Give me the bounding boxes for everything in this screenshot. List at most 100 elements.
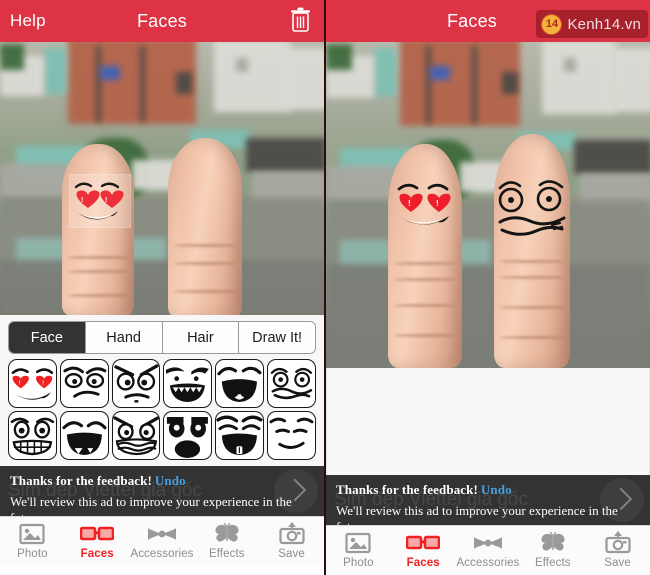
bg-building	[542, 42, 616, 114]
bg-building	[44, 48, 66, 94]
applied-face-heart-eyes[interactable]: ! !	[394, 176, 458, 232]
bg-tarp	[430, 66, 450, 80]
help-button[interactable]: Help	[10, 11, 46, 31]
right-phone-panel: Faces 14 Kenh14.vn ! ! Sim đẹp Viettel g…	[324, 0, 650, 575]
right-top-bar: Faces 14 Kenh14.vn	[326, 0, 650, 42]
finger-crease	[173, 244, 237, 247]
camera-upload-icon	[604, 531, 631, 554]
bg-building	[285, 48, 324, 110]
finger-crease	[500, 306, 564, 309]
finger-crease	[393, 278, 457, 281]
trash-icon[interactable]	[290, 7, 311, 33]
bg-building	[374, 48, 396, 96]
bg-building	[502, 72, 518, 94]
photo-canvas-right[interactable]: ! !	[326, 42, 650, 368]
undo-link[interactable]: Undo	[155, 473, 186, 488]
empty-content-area	[326, 368, 650, 475]
bg-building	[612, 48, 650, 112]
ad-review-line: We'll review this ad to improve your exp…	[336, 503, 618, 525]
ad-review-line: We'll review this ad to improve your exp…	[10, 494, 292, 516]
tab-label-save: Save	[278, 548, 305, 560]
tab-faces[interactable]: Faces	[391, 531, 456, 569]
bg-ground	[0, 260, 324, 315]
bowtie-icon	[146, 522, 178, 545]
finger-crease	[67, 294, 129, 297]
tab-save[interactable]: Save	[259, 522, 324, 560]
bg-building	[564, 58, 576, 72]
sticker-angry-frown-face[interactable]	[111, 359, 161, 408]
ad-feedback-banner-right[interactable]: Sim đẹp Viettel giá gốc Thanks for the f…	[326, 475, 650, 525]
sticker-smug-line-face[interactable]	[267, 411, 316, 460]
bg-foliage	[0, 44, 24, 70]
sticker-skeptical-smirk-face[interactable]	[59, 359, 109, 408]
ad-feedback-banner-left[interactable]: Sim đẹp Viettel giá gốc Thanks for the f…	[0, 466, 324, 516]
segment-hair[interactable]: Hair	[162, 322, 240, 353]
svg-text:!: !	[19, 380, 21, 386]
finger-left[interactable]	[62, 144, 134, 315]
finger-crease	[500, 260, 564, 263]
sticker-heart-eyes-smile-face[interactable]: ! !	[8, 359, 57, 408]
finger-crease	[500, 276, 564, 279]
sticker-grid: ! !	[8, 354, 316, 466]
kenh14-text: Kenh14.vn	[567, 15, 641, 33]
tab-label-photo: Photo	[17, 548, 48, 560]
bg-roof	[574, 140, 650, 174]
bg-building	[214, 42, 290, 112]
svg-text:!: !	[408, 199, 411, 208]
butterfly-icon	[540, 531, 566, 554]
sticker-laughing-open-mouth-face[interactable]	[215, 359, 265, 408]
sticker-happy-open-mouth-face[interactable]	[59, 411, 109, 460]
tab-label-effects: Effects	[208, 548, 245, 560]
undo-link[interactable]: Undo	[481, 482, 512, 497]
ad-thanks-line: Thanks for the feedback! Undo	[10, 473, 314, 489]
finger-crease	[393, 262, 457, 265]
sticker-wavy-mouth-wide-eyes-face[interactable]	[267, 359, 316, 408]
finger-crease	[173, 290, 237, 293]
tab-label-accessories: Accessories	[130, 548, 194, 560]
bg-building	[96, 46, 101, 122]
tab-faces[interactable]: Faces	[65, 522, 130, 560]
tab-save[interactable]: Save	[585, 531, 650, 569]
photo-icon	[19, 522, 45, 545]
tab-photo[interactable]: Photo	[0, 522, 65, 560]
applied-face-heart-eyes[interactable]: ! !	[70, 175, 130, 227]
left-top-bar: Help Faces	[0, 0, 324, 42]
tab-accessories[interactable]: Accessories	[130, 522, 195, 560]
left-phone-panel: Help Faces ! ! Face Hand Hair Draw It! !…	[0, 0, 324, 575]
butterfly-icon	[214, 522, 240, 545]
segment-face[interactable]: Face	[9, 322, 86, 353]
ad-thanks-text: Thanks for the feedback!	[10, 473, 152, 488]
finger-crease	[67, 256, 129, 259]
tab-label-effects: Effects	[534, 557, 571, 569]
tab-accessories[interactable]: Accessories	[456, 531, 521, 569]
finger-crease	[500, 336, 564, 339]
bg-building	[140, 46, 145, 122]
kenh14-badge: 14	[541, 13, 563, 35]
photo-canvas-left[interactable]: ! !	[0, 42, 324, 315]
applied-face-wavy-mouth[interactable]	[492, 170, 572, 250]
sticker-big-grin-teeth-face[interactable]	[8, 411, 57, 460]
bg-building	[472, 46, 477, 124]
sticker-grinning-wide-mouth-face[interactable]	[163, 359, 213, 408]
finger-right[interactable]	[168, 138, 242, 315]
svg-text:!: !	[42, 380, 44, 386]
camera-upload-icon	[278, 522, 305, 545]
bowtie-icon	[472, 531, 504, 554]
svg-text:!: !	[105, 197, 107, 204]
sticker-cheerful-tooth-face[interactable]	[215, 411, 265, 460]
sticker-shocked-dark-eyes-face[interactable]	[163, 411, 213, 460]
bg-tarp	[100, 66, 120, 80]
bg-building	[176, 72, 192, 94]
segment-draw-it[interactable]: Draw It!	[239, 322, 315, 353]
tab-effects[interactable]: Effects	[194, 522, 259, 560]
tab-effects[interactable]: Effects	[520, 531, 585, 569]
bg-building	[236, 58, 248, 72]
tab-photo[interactable]: Photo	[326, 531, 391, 569]
kenh14-watermark: 14 Kenh14.vn	[536, 10, 648, 38]
ad-thanks-line: Thanks for the feedback! Undo	[336, 482, 640, 498]
bottom-tab-bar-left: Photo Faces Accessories Effects Save	[0, 516, 324, 566]
sticker-gritted-teeth-angry-face[interactable]	[111, 411, 161, 460]
ad-thanks-text: Thanks for the feedback!	[336, 482, 478, 497]
category-segmented-control[interactable]: Face Hand Hair Draw It!	[8, 321, 316, 354]
segment-hand[interactable]: Hand	[85, 322, 163, 353]
